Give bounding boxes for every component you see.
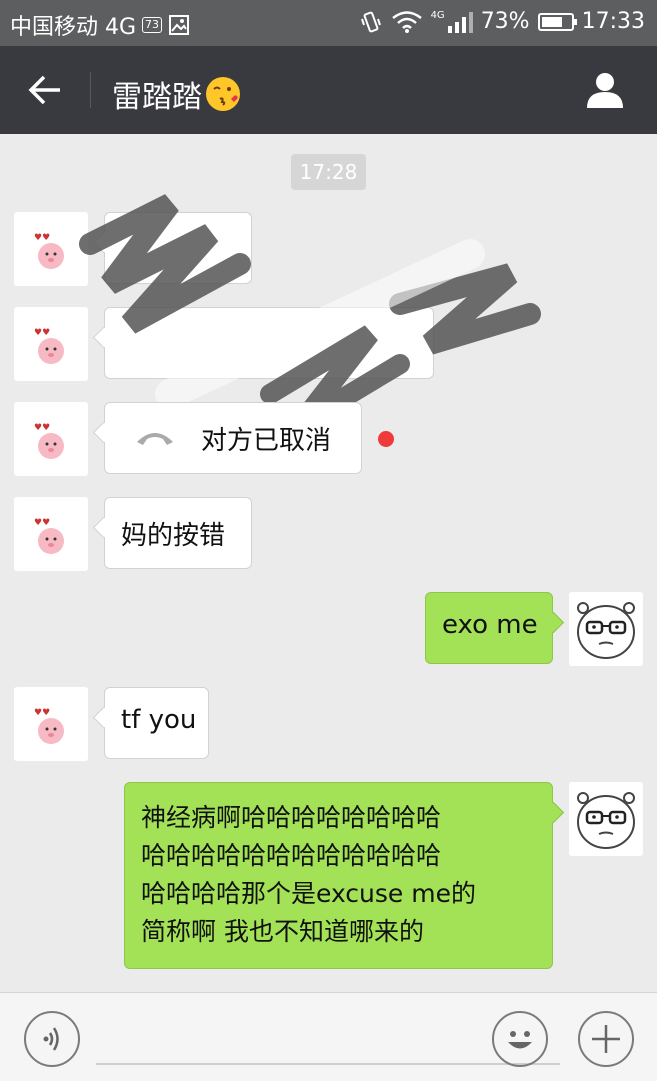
svg-text:♥♥: ♥♥	[34, 233, 50, 243]
clock: 17:33	[581, 9, 645, 34]
battery-percent: 73%	[480, 9, 530, 34]
unread-dot	[378, 431, 394, 447]
voice-icon	[43, 1027, 59, 1051]
contact-avatar[interactable]: ♥♥	[14, 402, 88, 476]
contact-avatar[interactable]: ♥♥	[14, 212, 88, 286]
carrier-label: 中国移动 4G	[10, 15, 137, 40]
redacted-message-bubble[interactable]	[104, 307, 434, 379]
message-line: 简称啊 我也不知道哪来的	[141, 917, 424, 946]
pink-character-icon: ♥♥	[34, 233, 64, 269]
message-text: tf you	[121, 705, 197, 735]
input-bar	[0, 992, 657, 1081]
header-divider	[90, 72, 91, 108]
profile-icon[interactable]	[583, 68, 627, 112]
contact-avatar[interactable]: ♥♥	[14, 307, 88, 381]
call-message-bubble[interactable]: 对方已取消	[104, 402, 362, 474]
network-type: 4G	[430, 9, 445, 21]
contact-name: 雷踏踏	[112, 80, 202, 115]
image-icon	[169, 15, 190, 35]
plus-icon	[592, 1025, 620, 1053]
more-options-button[interactable]	[578, 1011, 634, 1067]
wifi-icon	[391, 10, 422, 33]
message-line: 神经病啊哈哈哈哈哈哈哈哈	[141, 803, 442, 832]
outgoing-message-bubble[interactable]: 神经病啊哈哈哈哈哈哈哈哈 哈哈哈哈哈哈哈哈哈哈哈哈 哈哈哈哈那个是excuse …	[124, 782, 553, 969]
message-text: exo me	[442, 610, 538, 640]
svg-text:♥♥: ♥♥	[34, 518, 50, 528]
my-avatar[interactable]	[569, 592, 643, 666]
incoming-message-bubble[interactable]: 妈的按错	[104, 497, 252, 569]
svg-text:♥♥: ♥♥	[34, 423, 50, 433]
my-avatar[interactable]	[569, 782, 643, 856]
glasses-face-icon	[577, 602, 635, 659]
message-line: 哈哈哈哈哈哈哈哈哈哈哈哈	[141, 841, 442, 870]
pink-character-icon: ♥♥	[34, 328, 64, 364]
call-status-text: 对方已取消	[201, 425, 332, 456]
phone-icon	[137, 433, 173, 445]
status-bar: 中国移动 4G 73 4G 73% 17:33	[0, 0, 657, 46]
signal-icon	[447, 11, 473, 33]
glasses-face-icon	[577, 792, 635, 849]
message-line: 哈哈哈哈那个是excuse me的	[141, 879, 476, 908]
message-text: 妈的按错	[121, 521, 226, 551]
contact-avatar[interactable]: ♥♥	[14, 687, 88, 761]
chat-header: 雷踏踏	[0, 46, 657, 134]
kiss-emoji-icon	[206, 77, 240, 111]
outgoing-message-bubble[interactable]: exo me	[425, 592, 553, 664]
svg-text:♥♥: ♥♥	[34, 328, 50, 338]
pink-character-icon: ♥♥	[34, 423, 64, 459]
pink-character-icon: ♥♥	[34, 518, 64, 554]
back-arrow-icon[interactable]	[26, 70, 66, 110]
contact-avatar[interactable]: ♥♥	[14, 497, 88, 571]
sim-badge: 73	[142, 17, 163, 33]
pink-character-icon: ♥♥	[34, 708, 64, 744]
emoji-button[interactable]	[492, 1011, 548, 1067]
message-timestamp: 17:28	[291, 154, 366, 190]
message-input[interactable]	[96, 1011, 560, 1065]
svg-text:♥♥: ♥♥	[34, 708, 50, 718]
incoming-message-bubble[interactable]: tf you	[104, 687, 209, 759]
vibrate-icon	[360, 11, 381, 32]
smiley-icon	[508, 1031, 532, 1049]
redacted-message-bubble[interactable]	[104, 212, 252, 284]
battery-icon	[537, 12, 577, 31]
voice-input-button[interactable]	[24, 1011, 80, 1067]
chat-title: 雷踏踏	[112, 72, 240, 116]
chat-area[interactable]: 17:28 ♥♥ ♥♥ ♥♥ 对方已取消 ♥♥ 妈的按错 exo me ♥♥ t…	[0, 134, 657, 992]
